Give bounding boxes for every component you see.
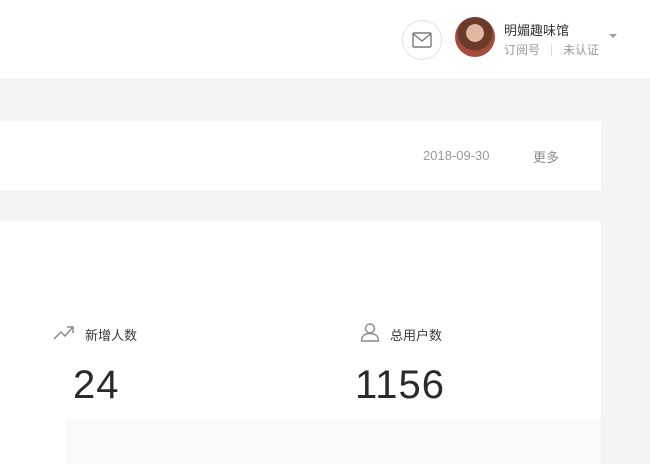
caret-down-icon[interactable] [609,34,617,38]
meta-divider [551,43,553,56]
mail-icon [412,32,432,48]
top-header-bar: 明媚趣味馆 订阅号 未认证 [0,0,650,80]
stat-value-total-users: 1156 [355,363,446,407]
stat-label-new-users: 新增人数 [85,329,138,344]
stat-label-total-users: 总用户数 [390,329,443,344]
account-meta: 订阅号 未认证 [504,41,599,58]
message-button[interactable] [402,20,442,60]
avatar[interactable] [455,17,495,57]
stats-card-footer [66,419,601,464]
trend-up-icon [53,326,74,340]
account-name[interactable]: 明媚趣味馆 [504,20,569,39]
verification-status: 未认证 [563,43,600,57]
account-type-label: 订阅号 [504,43,541,57]
user-icon [360,323,380,342]
notice-date: 2018-09-30 [423,148,490,163]
notice-card: 2018-09-30 更多 [0,121,601,191]
more-link[interactable]: 更多 [533,147,559,166]
stats-card: 新增人数 24 总用户数 1156 [0,221,601,464]
stat-value-new-users: 24 [73,363,120,407]
